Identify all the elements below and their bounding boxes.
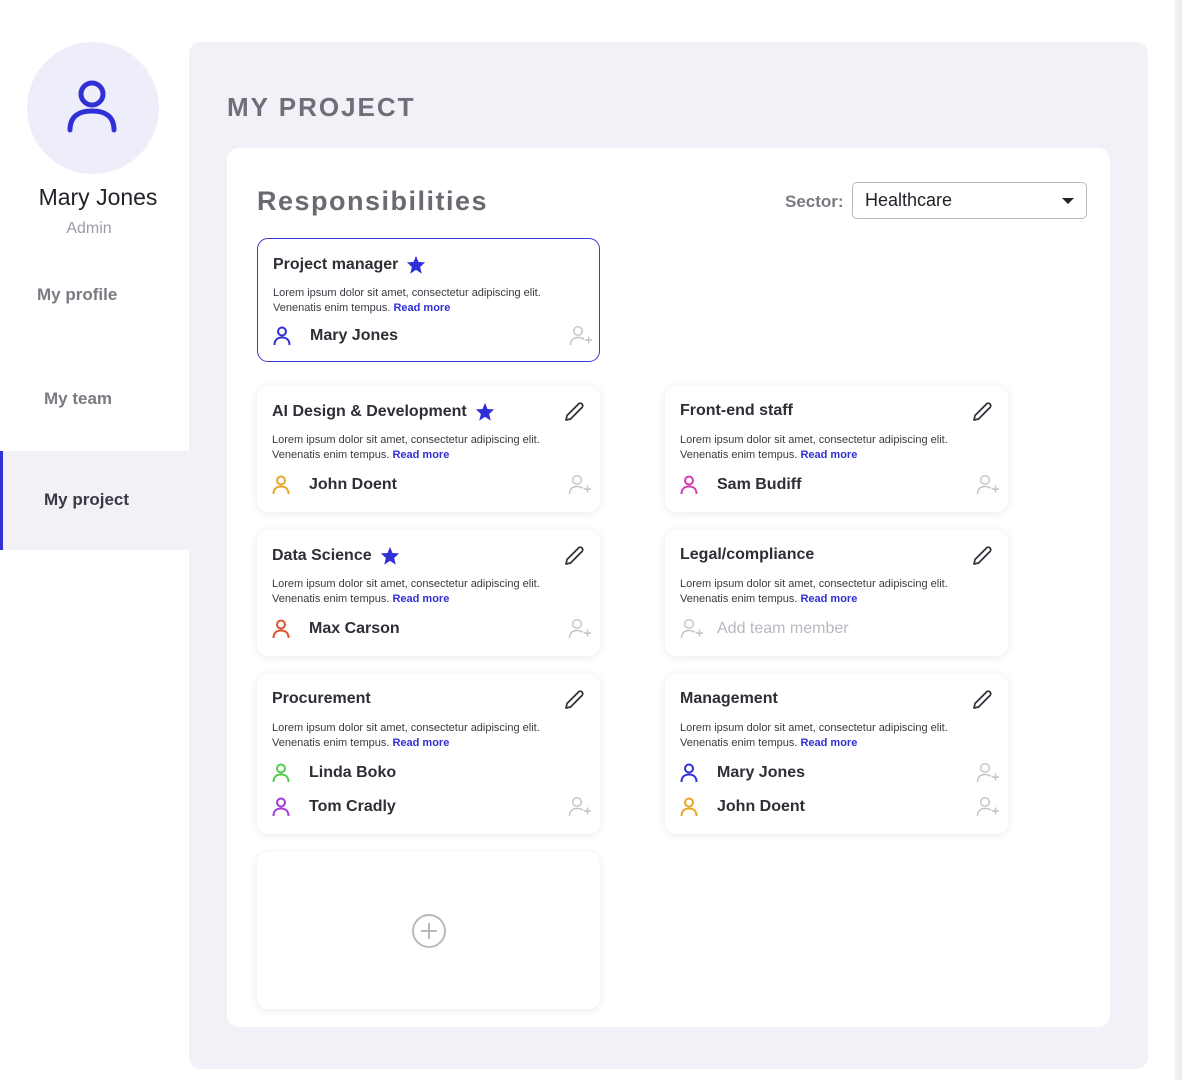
- nav-item-my-project[interactable]: My project: [0, 451, 189, 550]
- read-more-link[interactable]: Read more: [800, 737, 857, 749]
- card-title: Legal/compliance: [680, 546, 815, 563]
- sidebar: Mary Jones Admin My profile My team My p…: [0, 0, 189, 1080]
- user-icon: [272, 475, 290, 495]
- responsibility-card[interactable]: Front-end staff Lorem ipsum dolor sit am…: [665, 386, 1008, 512]
- card-title: Data Science: [272, 546, 372, 564]
- add-team-member-label: Add team member: [717, 620, 849, 637]
- window-edge: [1174, 0, 1182, 1080]
- user-icon: [680, 797, 698, 817]
- team-member: Mary Jones: [273, 324, 593, 348]
- member-name: John Doent: [309, 476, 397, 493]
- add-user-icon[interactable]: [976, 796, 1000, 818]
- add-responsibility-button[interactable]: [257, 852, 600, 1009]
- member-name: Max Carson: [309, 620, 400, 637]
- card-title: Project manager: [273, 255, 399, 273]
- sector-value: Healthcare: [865, 190, 953, 210]
- member-name: Linda Boko: [309, 764, 397, 781]
- team-member: Tom Cradly: [272, 795, 592, 819]
- read-more-link[interactable]: Read more: [392, 593, 449, 605]
- user-icon: [273, 326, 291, 346]
- team-member: Mary Jones: [680, 761, 1000, 785]
- member-name: Sam Budiff: [717, 476, 802, 493]
- read-more-link[interactable]: Read more: [800, 449, 857, 461]
- pencil-icon[interactable]: [562, 688, 586, 712]
- team-member: Linda Boko: [272, 761, 592, 785]
- panel-title: Responsibilities: [257, 186, 489, 216]
- add-user-icon[interactable]: [568, 618, 592, 640]
- read-more-link[interactable]: Read more: [800, 593, 857, 605]
- responsibility-card[interactable]: Data Science Lorem ipsum dolor sit amet,…: [257, 530, 600, 656]
- star-icon[interactable]: [475, 402, 495, 421]
- user-icon: [680, 475, 698, 495]
- add-user-icon[interactable]: [568, 474, 592, 496]
- pencil-icon[interactable]: [970, 400, 994, 424]
- responsibility-card[interactable]: AI Design & Development Lorem ipsum dolo…: [257, 386, 600, 512]
- add-user-icon[interactable]: [569, 325, 593, 347]
- avatar[interactable]: [27, 42, 159, 174]
- card-title: AI Design & Development: [272, 402, 467, 420]
- pencil-icon[interactable]: [970, 544, 994, 568]
- team-member: Sam Budiff: [680, 473, 1000, 497]
- chevron-down-icon: [1062, 197, 1074, 204]
- pencil-icon[interactable]: [970, 688, 994, 712]
- card-title: Management: [680, 690, 778, 707]
- member-name: John Doent: [717, 798, 805, 815]
- member-name: Mary Jones: [310, 327, 399, 344]
- read-more-link[interactable]: Read more: [393, 302, 450, 314]
- card-description: Lorem ipsum dolor sit amet, consectetur …: [273, 287, 541, 314]
- card-description: Lorem ipsum dolor sit amet, consectetur …: [272, 578, 540, 605]
- card-description: Lorem ipsum dolor sit amet, consectetur …: [680, 434, 948, 461]
- responsibility-card[interactable]: Management Lorem ipsum dolor sit amet, c…: [665, 674, 1008, 834]
- card-title: Procurement: [272, 690, 371, 707]
- card-description: Lorem ipsum dolor sit amet, consectetur …: [272, 722, 540, 749]
- member-name: Mary Jones: [717, 764, 806, 781]
- nav-item-label: My project: [44, 490, 130, 509]
- add-user-icon[interactable]: [976, 762, 1000, 784]
- member-name: Tom Cradly: [309, 798, 396, 815]
- team-member: Max Carson: [272, 617, 592, 641]
- card-description: Lorem ipsum dolor sit amet, consectetur …: [272, 434, 540, 461]
- page-title: MY PROJECT: [227, 92, 416, 122]
- sector-label: Sector:: [785, 192, 844, 211]
- main-content: MY PROJECT Responsibilities Sector: Heal…: [189, 42, 1148, 1069]
- user-icon: [272, 619, 290, 639]
- nav-item-my-team[interactable]: My team: [0, 389, 189, 409]
- app-window: Mary Jones Admin My profile My team My p…: [0, 0, 1182, 1080]
- nav-item-my-profile[interactable]: My profile: [0, 285, 189, 305]
- responsibilities-panel: Responsibilities Sector: Healthcare Proj…: [227, 148, 1110, 1027]
- star-icon[interactable]: [406, 255, 426, 274]
- card-description: Lorem ipsum dolor sit amet, consectetur …: [680, 722, 948, 749]
- add-team-member-button[interactable]: Add team member: [680, 617, 1000, 641]
- user-icon: [272, 797, 290, 817]
- plus-circle-icon: [411, 913, 446, 948]
- team-member: John Doent: [272, 473, 592, 497]
- team-member: John Doent: [680, 795, 1000, 819]
- pencil-icon[interactable]: [562, 400, 586, 424]
- user-name: Mary Jones: [38, 184, 158, 210]
- add-user-icon: [680, 618, 703, 639]
- user-icon: [272, 763, 290, 783]
- card-description: Lorem ipsum dolor sit amet, consectetur …: [680, 578, 948, 605]
- user-icon: [680, 763, 698, 783]
- responsibility-card[interactable]: Procurement Lorem ipsum dolor sit amet, …: [257, 674, 600, 834]
- user-icon: [67, 80, 117, 133]
- sector-select[interactable]: Healthcare: [852, 182, 1087, 219]
- add-user-icon[interactable]: [568, 796, 592, 818]
- responsibility-card[interactable]: Project manager Lorem ipsum dolor sit am…: [257, 238, 600, 362]
- card-title: Front-end staff: [680, 402, 793, 419]
- star-icon[interactable]: [380, 546, 400, 565]
- read-more-link[interactable]: Read more: [392, 449, 449, 461]
- user-role: Admin: [66, 220, 112, 237]
- add-user-icon[interactable]: [976, 474, 1000, 496]
- responsibility-card[interactable]: Legal/compliance Lorem ipsum dolor sit a…: [665, 530, 1008, 656]
- read-more-link[interactable]: Read more: [392, 737, 449, 749]
- pencil-icon[interactable]: [562, 544, 586, 568]
